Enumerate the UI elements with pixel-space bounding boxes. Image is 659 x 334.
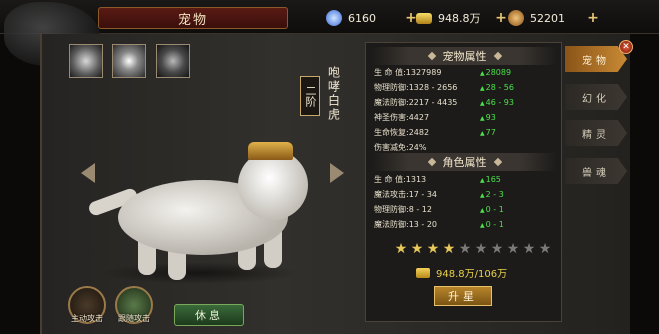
close-icon[interactable]: ✕ xyxy=(619,40,633,54)
role-attributes-heading: 角色属性 xyxy=(372,153,557,171)
resource-diamond: 6160 + xyxy=(326,9,418,27)
pet-tier: 二阶 xyxy=(304,85,317,107)
star-rating: ★ ★ ★ ★ ★ ★ ★ ★ ★ ★ xyxy=(393,241,553,257)
pet-attribute-row: 神圣伤害:4427 93 xyxy=(374,111,554,124)
star-filled-icon: ★ xyxy=(410,241,424,257)
gold-ingot-icon xyxy=(416,267,430,278)
star-empty-icon: ★ xyxy=(522,241,536,257)
pet-attribute-label: 生 命 值:1327989 xyxy=(374,68,442,77)
tab-spirit[interactable]: 精灵 xyxy=(565,120,627,146)
pet-name: 咆哮白虎 xyxy=(326,66,341,122)
role-attribute-label: 魔法防御:13 - 20 xyxy=(374,220,438,229)
page-title: 宠物 xyxy=(177,12,208,28)
tab-transform[interactable]: 幻化 xyxy=(565,84,627,110)
rest-button[interactable]: 休息 xyxy=(174,304,244,326)
star-filled-icon: ★ xyxy=(394,241,408,257)
role-attribute-label: 魔法攻击:17 - 34 xyxy=(374,190,438,199)
diamond-divider-icon xyxy=(493,157,502,167)
pet-attribute-row: 生 命 值:1327989 28089 xyxy=(374,66,554,79)
pet-attribute-row: 生命恢复:2482 77 xyxy=(374,126,554,139)
role-attribute-increase: 165 xyxy=(480,173,501,187)
pet-attribute-label: 物理防御:1328 - 2656 xyxy=(374,83,458,92)
upgrade-star-button[interactable]: 升星 xyxy=(434,286,492,306)
pet-attribute-row: 物理防御:1328 - 2656 28 - 56 xyxy=(374,81,554,94)
gold-ingot-icon xyxy=(416,12,432,24)
tiger-crown xyxy=(248,142,293,160)
resource-gold: 948.8万 + xyxy=(416,9,508,27)
diamond-divider-icon xyxy=(427,51,436,61)
star-empty-icon: ★ xyxy=(506,241,520,257)
skill-slot-2[interactable] xyxy=(112,44,146,78)
pet-attribute-increase: 28 - 56 xyxy=(480,81,514,95)
attributes-panel: 宠物属性 生 命 值:1327989 28089 物理防御:1328 - 2656 2… xyxy=(365,42,562,322)
pet-name-plate: 咆哮白虎 xyxy=(323,60,345,128)
role-attribute-row: 魔法防御:13 - 20 0 - 1 xyxy=(374,218,554,231)
skill-slot-3[interactable] xyxy=(156,44,190,78)
role-attribute-row: 生 命 值:1313 165 xyxy=(374,173,554,186)
role-attribute-row: 物理防御:8 - 12 0 - 1 xyxy=(374,203,554,216)
star-empty-icon: ★ xyxy=(538,241,552,257)
pet-attribute-increase: 28089 xyxy=(480,66,511,80)
role-attribute-label: 生 命 值:1313 xyxy=(374,175,427,184)
pet-attribute-increase: 93 xyxy=(480,111,496,125)
role-attribute-increase: 0 - 1 xyxy=(480,203,504,217)
skill-slot-1[interactable] xyxy=(69,44,103,78)
pet-attribute-increase: 46 - 93 xyxy=(480,96,514,110)
gold-value: 948.8万 xyxy=(438,12,481,25)
pet-attribute-label: 生命恢复:2482 xyxy=(374,128,430,137)
tiger-head xyxy=(238,150,308,220)
role-attribute-label: 物理防御:8 - 12 xyxy=(374,205,432,214)
role-attribute-increase: 2 - 3 xyxy=(480,188,504,202)
coin-value: 52201 xyxy=(530,11,565,25)
star-empty-icon: ★ xyxy=(458,241,472,257)
upgrade-cost-value: 948.8万/106万 xyxy=(436,269,508,280)
pet-attribute-label: 神圣伤害:4427 xyxy=(374,113,430,122)
pet-attribute-label: 魔法防御:2217 - 4435 xyxy=(374,98,458,107)
role-attribute-increase: 0 - 1 xyxy=(480,218,504,232)
role-attributes-title: 角色属性 xyxy=(442,156,487,169)
diamond-divider-icon xyxy=(427,157,436,167)
star-empty-icon: ★ xyxy=(474,241,488,257)
next-pet-arrow-icon[interactable] xyxy=(330,163,344,183)
star-empty-icon: ★ xyxy=(490,241,504,257)
star-filled-icon: ★ xyxy=(426,241,440,257)
coin-icon xyxy=(508,10,524,26)
add-gold-button[interactable]: + xyxy=(494,11,508,25)
pet-attribute-row: 魔法防御:2217 - 4435 46 - 93 xyxy=(374,96,554,109)
follow-attack-label: 跟随攻击 xyxy=(118,314,150,323)
upgrade-cost: 948.8万/106万 xyxy=(416,265,507,280)
pet-tier-badge: 二阶 xyxy=(300,76,320,116)
white-tiger-pet-image xyxy=(87,140,316,290)
tab-beast-soul[interactable]: 兽魂 xyxy=(565,158,627,184)
tab-pet[interactable]: 宠物 xyxy=(565,46,627,72)
title-plate: 宠物 xyxy=(98,7,288,29)
diamond-divider-icon xyxy=(493,51,502,61)
auto-attack-label: 主动攻击 xyxy=(71,314,103,323)
resource-coin: 52201 + xyxy=(508,9,600,27)
pet-attributes-title: 宠物属性 xyxy=(442,50,487,63)
diamond-icon xyxy=(326,10,342,26)
pet-attributes-heading: 宠物属性 xyxy=(372,47,557,65)
role-attribute-row: 魔法攻击:17 - 34 2 - 3 xyxy=(374,188,554,201)
star-filled-icon: ★ xyxy=(442,241,456,257)
diamond-value: 6160 xyxy=(348,11,376,25)
pet-attribute-increase: 77 xyxy=(480,126,496,140)
add-coin-button[interactable]: + xyxy=(586,11,600,25)
